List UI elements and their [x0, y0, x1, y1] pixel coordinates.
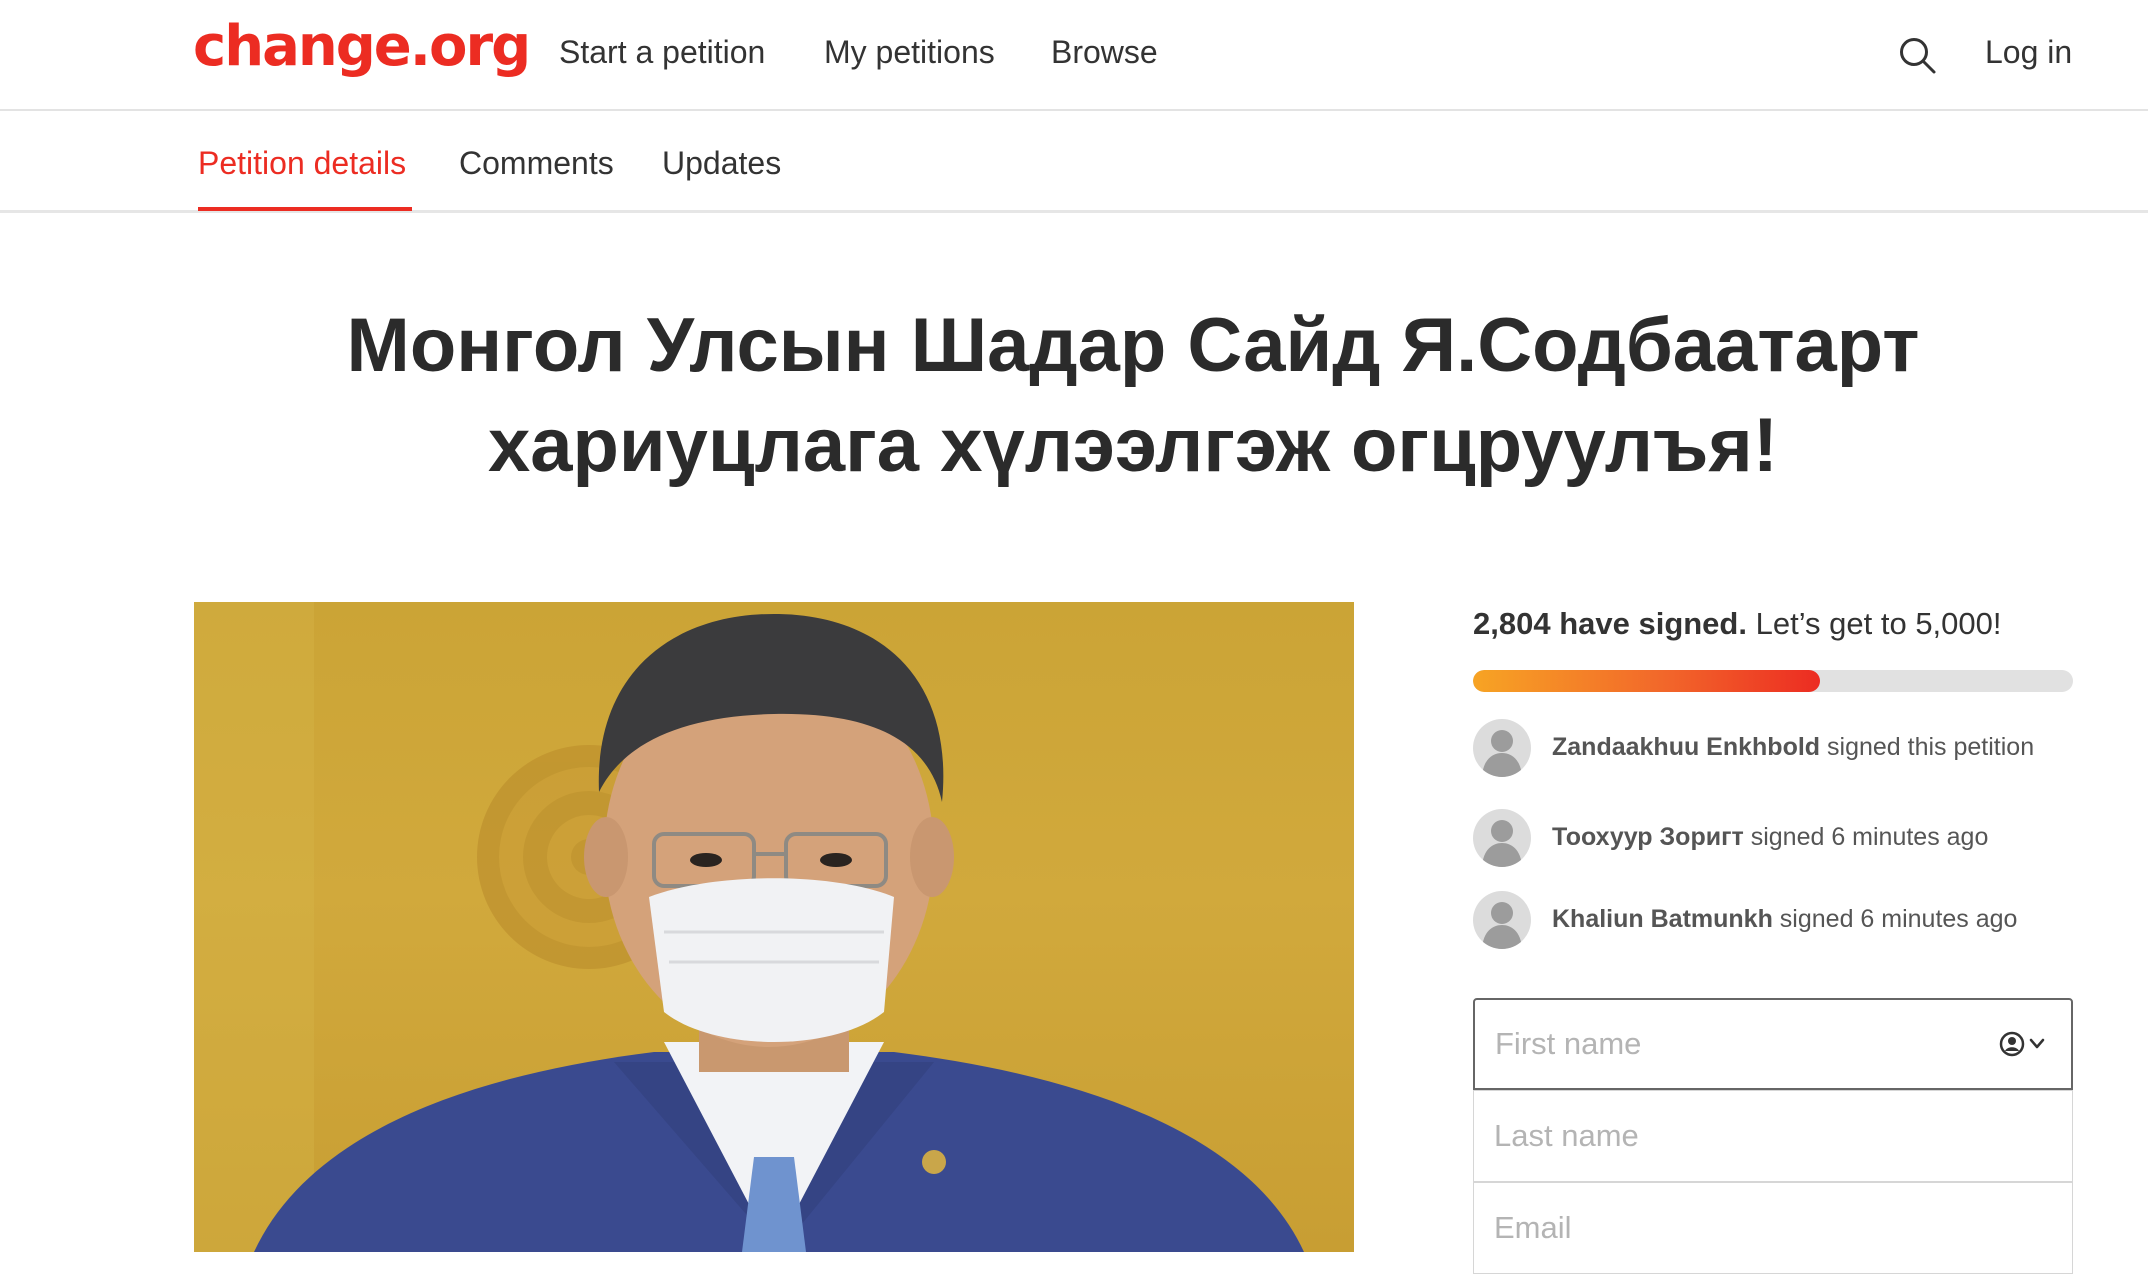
- tab-comments[interactable]: Comments: [459, 145, 614, 182]
- first-name-field[interactable]: [1473, 998, 2073, 1090]
- signer-action: signed 6 minutes ago: [1779, 905, 2018, 933]
- user-silhouette-icon: [1482, 820, 1522, 867]
- change-org-logo[interactable]: change.org: [193, 14, 531, 79]
- user-silhouette-icon: [1482, 730, 1522, 777]
- signer-text: Тоохуур Зоригт signed 6 minutes ago: [1552, 823, 1988, 852]
- petition-tabs: Petition details Comments Updates: [0, 111, 2148, 213]
- recent-signer-item: Zandaakhuu Enkhbold signed this petition: [1473, 719, 2113, 777]
- petition-title-line-1: Монгол Улсын Шадар Сайд Я.Содбаатарт: [346, 303, 1920, 388]
- search-button[interactable]: [1896, 34, 1940, 78]
- signer-name: Khaliun Batmunkh: [1552, 905, 1773, 933]
- recent-signer-item: Khaliun Batmunkh signed 6 minutes ago: [1473, 891, 2113, 949]
- avatar: [1473, 809, 1531, 867]
- signer-name: Тоохуур Зоригт: [1552, 823, 1744, 851]
- user-silhouette-icon: [1482, 902, 1522, 949]
- nav-my-petitions[interactable]: My petitions: [824, 34, 995, 71]
- search-icon: [1900, 38, 1936, 74]
- tab-updates[interactable]: Updates: [662, 145, 781, 182]
- contact-autofill-button[interactable]: [1998, 1028, 2052, 1060]
- last-name-field[interactable]: [1473, 1090, 2073, 1182]
- signer-text: Zandaakhuu Enkhbold signed this petition: [1552, 733, 2034, 762]
- signed-goal-text: Let’s get to 5,000!: [1755, 606, 2002, 641]
- signer-text: Khaliun Batmunkh signed 6 minutes ago: [1552, 905, 2017, 934]
- tab-petition-details[interactable]: Petition details: [198, 145, 406, 182]
- signature-count: 2,804 have signed. Let’s get to 5,000!: [1473, 606, 2002, 642]
- signature-progress-bar: [1473, 670, 2073, 692]
- signature-progress-fill: [1473, 670, 1820, 692]
- petition-title-line-2: хариуцлага хүлээлгэж огцруулъя!: [487, 403, 1779, 488]
- top-header: change.org Start a petition My petitions…: [0, 0, 2148, 111]
- petition-photo: [194, 602, 1354, 1252]
- active-tab-indicator: [198, 207, 412, 211]
- contact-autofill-icon: [1999, 1031, 2045, 1057]
- avatar: [1473, 719, 1531, 777]
- nav-browse[interactable]: Browse: [1051, 34, 1158, 71]
- login-link[interactable]: Log in: [1985, 34, 2072, 71]
- email-field[interactable]: [1473, 1182, 2073, 1274]
- signer-action: signed 6 minutes ago: [1750, 823, 1989, 851]
- nav-start-petition[interactable]: Start a petition: [559, 34, 765, 71]
- signer-name: Zandaakhuu Enkhbold: [1552, 733, 1821, 761]
- signed-count-text: 2,804 have signed.: [1473, 606, 1747, 641]
- petition-photo-illustration: [194, 602, 1304, 1252]
- recent-signer-item: Тоохуур Зоригт signed 6 minutes ago: [1473, 809, 2113, 867]
- petition-title: Монгол Улсын Шадар Сайд Я.Содбаатарт хар…: [200, 296, 2066, 496]
- avatar: [1473, 891, 1531, 949]
- signer-action: signed this petition: [1827, 733, 2035, 761]
